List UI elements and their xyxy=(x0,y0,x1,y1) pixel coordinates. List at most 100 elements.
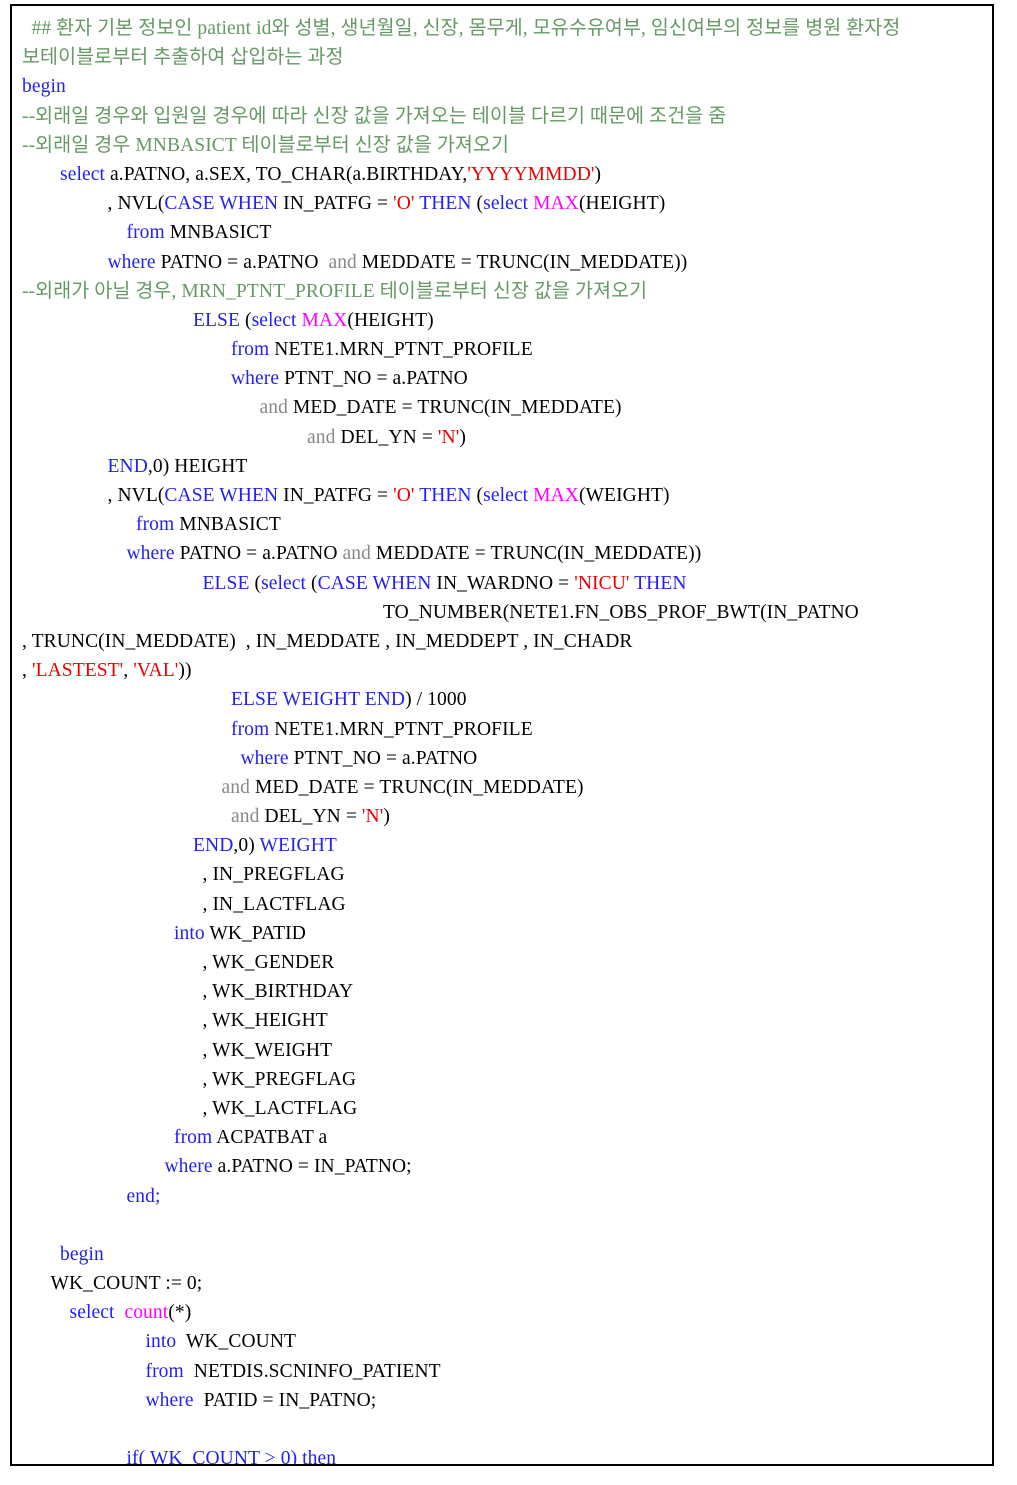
code-line: where PATNO = a.PATNO and MEDDATE = TRUN… xyxy=(12,539,992,568)
code-token-keyword: select xyxy=(483,485,529,506)
code-token-comment: --외래일 경우 MNBASICT 테이블로부터 신장 값을 가져오기 xyxy=(22,134,510,156)
code-line: --외래가 아닐 경우, MRN_PTNT_PROFILE 테이블로부터 신장 … xyxy=(12,277,992,306)
code-token-plain: (HEIGHT) xyxy=(347,309,434,331)
code-token-plain: ,0) HEIGHT xyxy=(147,455,248,477)
code-line: WK_COUNT := 0; xyxy=(12,1269,992,1298)
code-line: from NETDIS.SCNINFO_PATIENT xyxy=(12,1357,992,1386)
code-token-keyword: where xyxy=(126,543,175,565)
code-token-plain: PATNO = a.PATNO xyxy=(155,251,329,273)
code-line: where PTNT_NO = a.PATNO xyxy=(12,364,992,393)
code-line: --외래일 경우 MNBASICT 테이블로부터 신장 값을 가져오기 xyxy=(12,131,992,160)
code-token-keyword: CASE WHEN xyxy=(317,572,432,594)
code-token-plain: WK_PATID xyxy=(204,922,306,944)
code-line: begin xyxy=(12,72,992,101)
code-token-plain: ( xyxy=(306,572,318,594)
code-line: select count(*) xyxy=(12,1298,992,1327)
code-token-plain: TO_NUMBER(NETE1.FN_OBS_PROF_BWT(IN_PATNO xyxy=(383,601,859,623)
code-token-keyword: select xyxy=(261,572,307,594)
code-token-keyword: select xyxy=(60,163,105,185)
code-token-plain: ) xyxy=(383,806,390,828)
code-token-plain: ,0) xyxy=(233,835,260,857)
code-token-operator: and xyxy=(231,806,260,828)
code-token-plain: PATID = IN_PATNO; xyxy=(193,1389,377,1411)
code-token-keyword: select xyxy=(483,193,529,215)
code-line: , IN_LACTFLAG xyxy=(12,890,992,919)
code-line: into WK_PATID xyxy=(12,919,992,948)
code-token-plain: DEL_YN = xyxy=(335,426,438,448)
code-line: from MNBASICT xyxy=(12,218,992,247)
code-token-string: 'O' xyxy=(393,193,415,215)
code-line: , WK_GENDER xyxy=(12,948,992,977)
code-token-operator: and xyxy=(259,397,288,419)
code-line: , WK_WEIGHT xyxy=(12,1036,992,1065)
code-token-plain: (*) xyxy=(168,1302,192,1324)
code-line: from NETE1.MRN_PTNT_PROFILE xyxy=(12,715,992,744)
code-line: where PATNO = a.PATNO and MEDDATE = TRUN… xyxy=(12,248,992,277)
code-token-plain: MEDDATE = TRUNC(IN_MEDDATE)) xyxy=(370,543,702,565)
code-token-keyword: where xyxy=(240,747,289,769)
code-line: END,0) WEIGHT xyxy=(12,831,992,860)
code-token-plain: WK_COUNT xyxy=(176,1331,297,1353)
code-line: END,0) HEIGHT xyxy=(12,452,992,481)
code-line: where a.PATNO = IN_PATNO; xyxy=(12,1152,992,1181)
code-token-plain: , TRUNC(IN_MEDDATE) , IN_MEDDATE , IN_ME… xyxy=(22,630,633,652)
code-token-keyword: CASE WHEN xyxy=(164,485,279,506)
code-token-function: MAX xyxy=(533,485,579,506)
code-line: ## 환자 기본 정보인 patient id와 성별, 생년월일, 신장, 몸… xyxy=(12,14,992,43)
code-line: , WK_BIRTHDAY xyxy=(12,977,992,1006)
code-line: into WK_COUNT xyxy=(12,1327,992,1356)
code-line: --외래일 경우와 입원일 경우에 따라 신장 값을 가져오는 테이블 다르기 … xyxy=(12,102,992,131)
code-token-plain: PTNT_NO = a.PATNO xyxy=(288,747,478,769)
code-line: begin xyxy=(12,1240,992,1269)
code-line: from NETE1.MRN_PTNT_PROFILE xyxy=(12,335,992,364)
code-token-plain: ( xyxy=(239,309,252,331)
code-token-plain: IN_PATFG = xyxy=(278,485,394,506)
code-token-plain: IN_WARDNO = xyxy=(431,572,575,594)
code-token-plain: , WK_BIRTHDAY xyxy=(202,981,354,1003)
code-token-keyword: from xyxy=(126,222,165,244)
code-token-keyword: from xyxy=(136,514,175,536)
code-token-plain: NETDIS.SCNINFO_PATIENT xyxy=(183,1360,441,1382)
code-token-keyword: from xyxy=(174,1127,213,1149)
code-line: end; xyxy=(12,1182,992,1211)
code-token-string: 'LASTEST' xyxy=(31,660,124,682)
code-token-string: 'YYYYMMDD' xyxy=(467,163,595,185)
code-token-plain: ( xyxy=(471,485,484,506)
code-token-keyword: ELSE xyxy=(193,309,240,331)
code-token-plain: , IN_PREGFLAG xyxy=(202,864,345,886)
code-token-string: 'O' xyxy=(393,485,415,506)
code-token-keyword: begin xyxy=(60,1243,104,1265)
code-token-keyword: where xyxy=(107,251,156,273)
code-token-comment: ## 환자 기본 정보인 patient id와 성별, 생년월일, 신장, 몸… xyxy=(31,18,901,39)
code-token-operator: and xyxy=(221,776,250,798)
code-token-keyword: WEIGHT xyxy=(259,835,337,857)
code-token-keyword: from xyxy=(231,339,270,361)
code-token-plain: MNBASICT xyxy=(164,222,272,244)
code-token-plain: ( xyxy=(249,572,262,594)
code-token-comment: 보테이블로부터 추출하여 삽입하는 과정 xyxy=(22,47,344,69)
code-line: ELSE WEIGHT END) / 1000 xyxy=(12,685,992,714)
code-token-keyword: from xyxy=(231,718,270,740)
code-line: , WK_HEIGHT xyxy=(12,1006,992,1035)
code-line: , NVL(CASE WHEN IN_PATFG = 'O' THEN (sel… xyxy=(12,481,992,510)
code-line: , NVL(CASE WHEN IN_PATFG = 'O' THEN (sel… xyxy=(12,189,992,218)
code-line: , WK_PREGFLAG xyxy=(12,1065,992,1094)
code-token-plain: NETE1.MRN_PTNT_PROFILE xyxy=(269,339,533,361)
code-token-keyword: ELSE WEIGHT END xyxy=(231,689,406,711)
code-token-keyword: into xyxy=(174,922,205,944)
code-token-plain: ) / 1000 xyxy=(405,689,467,711)
code-line: select a.PATNO, a.SEX, TO_CHAR(a.BIRTHDA… xyxy=(12,160,992,189)
code-token-keyword: select xyxy=(251,309,297,331)
code-line: if( WK_COUNT > 0) then xyxy=(12,1444,992,1464)
code-token-plain: IN_PATFG = xyxy=(278,193,394,215)
code-token-string: 'VAL' xyxy=(133,660,179,682)
code-token-plain: NETE1.MRN_PTNT_PROFILE xyxy=(269,718,533,740)
code-line: TO_NUMBER(NETE1.FN_OBS_PROF_BWT(IN_PATNO xyxy=(12,598,992,627)
code-token-operator: and xyxy=(342,543,371,565)
code-line: ELSE (select MAX(HEIGHT) xyxy=(12,306,992,335)
code-token-keyword: THEN xyxy=(419,485,472,506)
code-block-frame: ## 환자 기본 정보인 patient id와 성별, 생년월일, 신장, 몸… xyxy=(10,4,994,1466)
